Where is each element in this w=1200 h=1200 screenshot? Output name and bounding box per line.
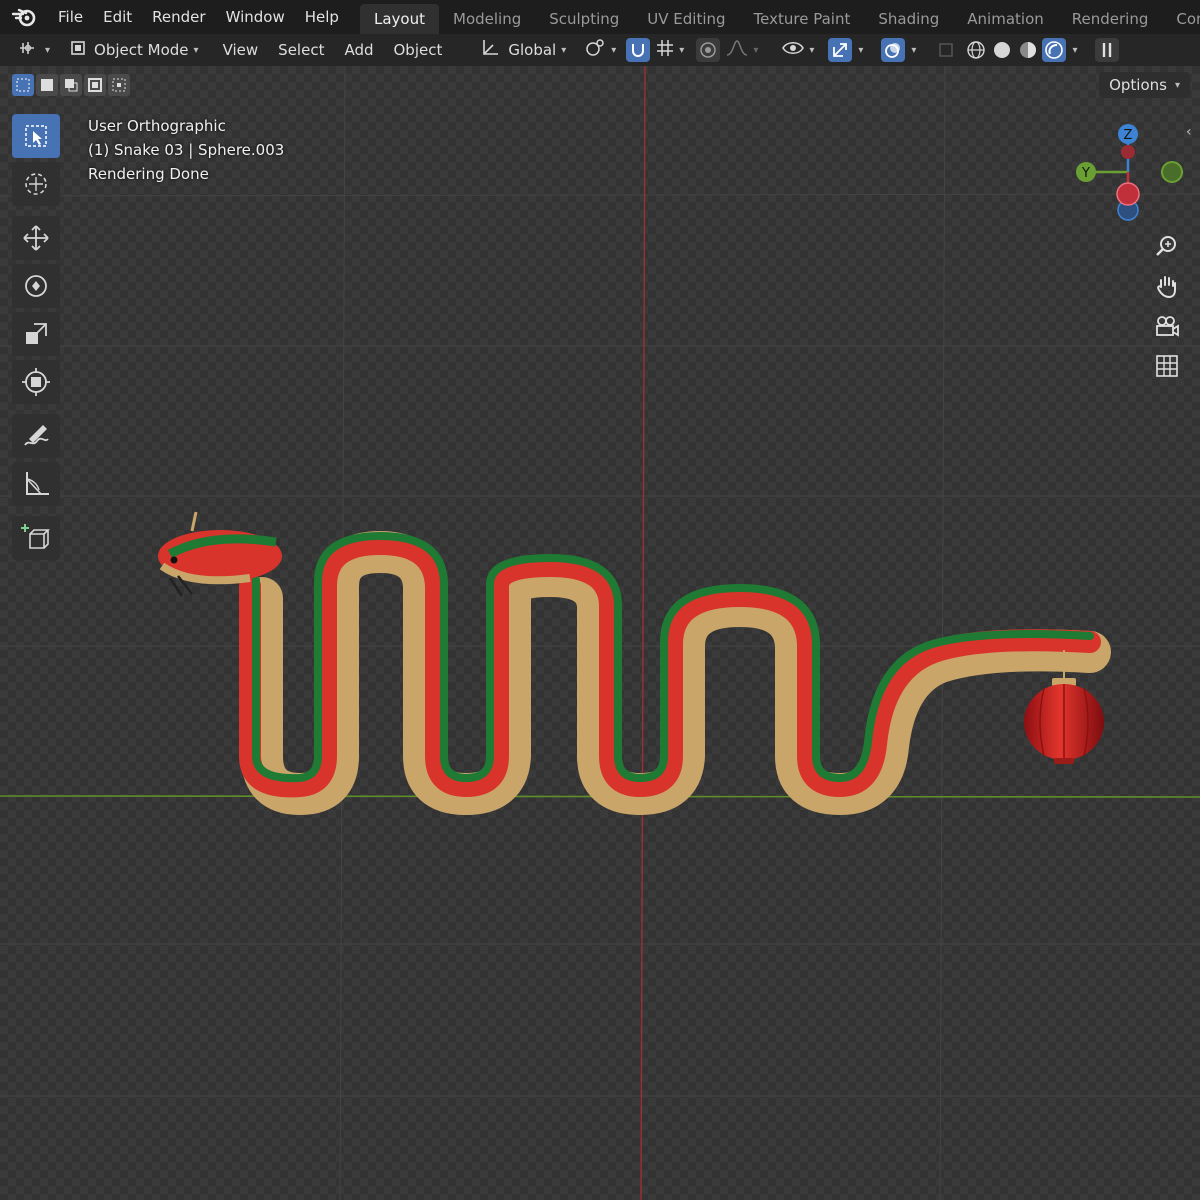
neg-y-axis-handle[interactable] bbox=[1161, 161, 1183, 183]
xray-toggle-icon[interactable] bbox=[934, 38, 958, 62]
chevron-down-icon: ▾ bbox=[45, 44, 51, 56]
object-mode-icon bbox=[70, 40, 86, 60]
add-menu[interactable]: Add bbox=[338, 37, 379, 63]
wireframe-shading-icon[interactable] bbox=[964, 38, 988, 62]
chevron-down-icon: ▾ bbox=[679, 44, 685, 56]
select-subtract-icon[interactable] bbox=[60, 74, 82, 96]
view-name-label: User Orthographic bbox=[88, 117, 226, 135]
camera-icon[interactable] bbox=[1150, 306, 1184, 346]
tab-animation[interactable]: Animation bbox=[953, 4, 1057, 34]
tab-layout[interactable]: Layout bbox=[360, 4, 439, 34]
top-menu-bar: File Edit Render Window Help Layout Mode… bbox=[0, 0, 1200, 34]
editor-type-icon bbox=[20, 39, 40, 61]
pan-hand-icon[interactable] bbox=[1150, 266, 1184, 306]
select-menu[interactable]: Select bbox=[272, 37, 330, 63]
proportional-edit-icon[interactable] bbox=[696, 38, 721, 62]
material-shading-icon[interactable] bbox=[1016, 38, 1040, 62]
viewport-info-overlay: User Orthographic (1) Snake 03 | Sphere.… bbox=[88, 114, 284, 186]
3d-viewport[interactable]: Options ▾ User Orthographic (1) Snake 03… bbox=[0, 66, 1200, 1200]
snap-grid-icon bbox=[656, 39, 674, 61]
navigation-gizmo[interactable]: Z Y bbox=[1064, 118, 1188, 222]
mode-dropdown[interactable]: Object Mode ▾ bbox=[64, 37, 205, 63]
view-menu[interactable]: View bbox=[217, 37, 265, 63]
falloff-dropdown[interactable]: ▾ bbox=[720, 37, 764, 63]
orientation-icon bbox=[480, 38, 500, 62]
tab-compositing[interactable]: Comp bbox=[1162, 4, 1200, 34]
chevron-down-icon: ▾ bbox=[1174, 79, 1180, 91]
menu-help[interactable]: Help bbox=[295, 8, 349, 26]
chevron-down-icon: ▾ bbox=[561, 44, 567, 56]
orientation-label: Global bbox=[508, 41, 557, 59]
viewport-navigation bbox=[1150, 226, 1184, 386]
chevron-down-icon[interactable]: ▾ bbox=[911, 45, 916, 56]
select-extend-icon[interactable] bbox=[36, 74, 58, 96]
workspace-tabs: Layout Modeling Sculpting UV Editing Tex… bbox=[360, 4, 1200, 34]
tab-modeling[interactable]: Modeling bbox=[439, 4, 535, 34]
active-object-label: (1) Snake 03 | Sphere.003 bbox=[88, 141, 285, 159]
menu-file[interactable]: File bbox=[48, 8, 93, 26]
falloff-curve-icon bbox=[726, 39, 748, 61]
options-label: Options bbox=[1109, 76, 1167, 94]
rendered-shading-icon[interactable] bbox=[1042, 38, 1067, 62]
viewport-header: ▾ Object Mode ▾ View Select Add Object G… bbox=[0, 34, 1200, 66]
scale-icon[interactable] bbox=[12, 312, 60, 356]
editor-type-button[interactable]: ▾ bbox=[14, 37, 56, 63]
orientation-dropdown[interactable]: Global ▾ bbox=[474, 37, 572, 63]
select-invert-icon[interactable] bbox=[84, 74, 106, 96]
pivot-dropdown[interactable]: ▾ bbox=[578, 37, 622, 63]
y-axis-label: Y bbox=[1081, 166, 1090, 181]
rotate-icon[interactable] bbox=[12, 264, 60, 308]
chevron-down-icon: ▾ bbox=[753, 44, 759, 56]
tab-shading[interactable]: Shading bbox=[864, 4, 953, 34]
chevron-down-icon: ▾ bbox=[193, 44, 199, 56]
select-new-icon[interactable] bbox=[12, 74, 34, 96]
overlays-toggle-icon[interactable] bbox=[881, 38, 906, 62]
chevron-down-icon[interactable]: ▾ bbox=[858, 45, 863, 56]
tab-rendering[interactable]: Rendering bbox=[1058, 4, 1163, 34]
mode-label: Object Mode bbox=[94, 41, 189, 59]
selection-mode-group bbox=[12, 74, 130, 96]
annotate-icon[interactable] bbox=[12, 414, 60, 458]
menu-edit[interactable]: Edit bbox=[93, 8, 142, 26]
visibility-dropdown[interactable]: ▾ bbox=[776, 37, 820, 63]
eye-icon bbox=[782, 39, 805, 61]
neg-x-axis-handle[interactable] bbox=[1121, 145, 1135, 159]
z-axis-label: Z bbox=[1124, 128, 1133, 143]
move-icon[interactable] bbox=[12, 216, 60, 260]
zoom-icon[interactable] bbox=[1150, 226, 1184, 266]
snap-target-dropdown[interactable]: ▾ bbox=[650, 37, 690, 63]
menu-window[interactable]: Window bbox=[216, 8, 295, 26]
object-menu[interactable]: Object bbox=[388, 37, 449, 63]
transform-icon[interactable] bbox=[12, 360, 60, 404]
grid-icon[interactable] bbox=[1150, 346, 1184, 386]
tab-sculpting[interactable]: Sculpting bbox=[535, 4, 633, 34]
pivot-icon bbox=[584, 38, 606, 62]
blender-logo-icon[interactable] bbox=[0, 7, 48, 27]
chevron-down-icon[interactable]: ▾ bbox=[1072, 45, 1077, 56]
tool-shelf bbox=[12, 114, 64, 564]
gizmo-toggle-icon[interactable] bbox=[828, 38, 853, 62]
cursor-icon[interactable] bbox=[12, 162, 60, 206]
tab-texture-paint[interactable]: Texture Paint bbox=[740, 4, 865, 34]
menu-render[interactable]: Render bbox=[142, 8, 215, 26]
snap-toggle-icon[interactable] bbox=[626, 38, 651, 62]
chevron-down-icon: ▾ bbox=[611, 44, 617, 56]
options-dropdown[interactable]: Options ▾ bbox=[1099, 72, 1190, 98]
solid-shading-icon[interactable] bbox=[990, 38, 1014, 62]
add-cube-icon[interactable] bbox=[12, 516, 60, 560]
render-status-label: Rendering Done bbox=[88, 165, 209, 183]
snake-model[interactable] bbox=[0, 66, 1200, 1200]
tab-uv-editing[interactable]: UV Editing bbox=[633, 4, 739, 34]
x-axis-handle[interactable] bbox=[1116, 182, 1140, 206]
sidebar-toggle-icon[interactable] bbox=[1095, 38, 1120, 62]
select-box-icon[interactable] bbox=[12, 114, 60, 158]
chevron-down-icon: ▾ bbox=[809, 44, 815, 56]
select-intersect-icon[interactable] bbox=[108, 74, 130, 96]
measure-icon[interactable] bbox=[12, 462, 60, 506]
